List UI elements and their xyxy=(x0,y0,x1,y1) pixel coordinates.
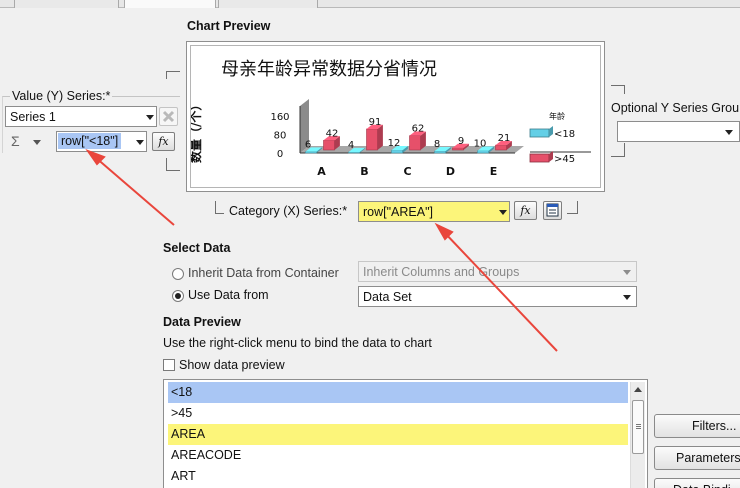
annotation-arrow xyxy=(442,230,558,352)
annotation-arrow xyxy=(94,156,175,226)
annotation-arrows xyxy=(85,148,558,352)
